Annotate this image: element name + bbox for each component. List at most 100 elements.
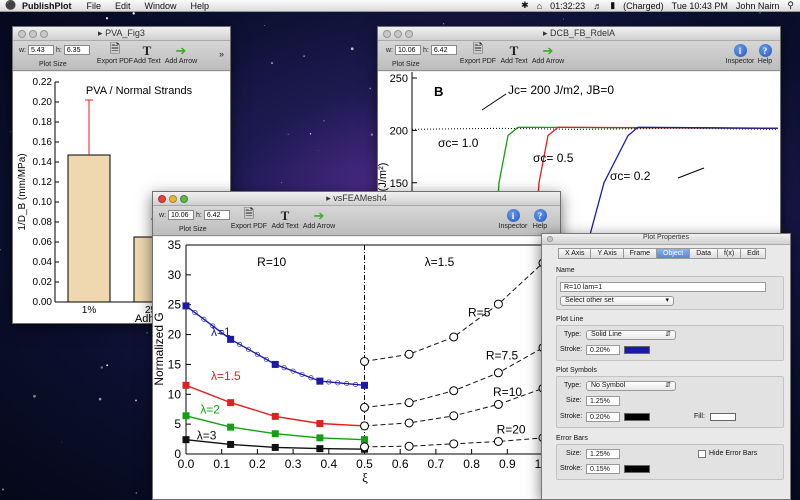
height-field[interactable] (430, 45, 457, 55)
volume-icon[interactable]: ♬ (593, 1, 602, 11)
y-tick-label: 0.12 (33, 177, 53, 188)
add-arrow-button[interactable]: ➔ Add Arrow (161, 42, 201, 66)
menu-file[interactable]: File (87, 1, 102, 11)
properties-tabs: X Axis Y Axis Frame Object Data f(x) Edi… (558, 248, 790, 259)
star (370, 133, 374, 136)
export-pdf-button[interactable]: 🗎 Export PDF (458, 41, 498, 66)
tab-fx[interactable]: f(x) (717, 248, 741, 259)
bluetooth-icon[interactable]: ✱ (521, 0, 529, 11)
symbol-type-value: No Symbol (591, 382, 626, 389)
y-tick-label: 0.10 (33, 197, 53, 208)
symbol-stroke-field[interactable]: 0.20% (586, 412, 620, 422)
star (33, 394, 36, 398)
tab-data[interactable]: Data (689, 248, 718, 259)
titlebar[interactable]: ▸ PVA_Fig3 (13, 27, 230, 41)
help-button[interactable]: ? Help (748, 43, 780, 65)
menu-window[interactable]: Window (145, 1, 177, 11)
height-field[interactable] (203, 210, 230, 220)
info-icon: i (506, 209, 520, 222)
chart-title: PVA / Normal Strands (86, 85, 193, 97)
series-label: R=5 (468, 306, 491, 320)
battery-icon[interactable]: ▮ (610, 0, 615, 11)
line-color-swatch[interactable] (624, 346, 650, 354)
err-stroke-label: Stroke: (560, 465, 583, 472)
data-point (227, 423, 235, 431)
region-label: R=10 (257, 255, 286, 269)
name-field[interactable]: R=10 lam=1 (560, 282, 766, 292)
tab-object[interactable]: Object (656, 248, 690, 259)
star (523, 15, 524, 17)
add-arrow-button[interactable]: ➔ Add Arrow (528, 43, 568, 66)
help-icon: ? (533, 209, 547, 222)
window-fea: ▸ vsFEAMesh4 w:h: Plot Size 🗎Export PDF … (152, 191, 561, 500)
width-field[interactable] (168, 210, 194, 220)
err-color-swatch[interactable] (624, 465, 650, 473)
label-sigma-05: σc= 0.5 (533, 151, 574, 165)
fill-label: Fill: (694, 413, 705, 420)
star (350, 47, 354, 51)
y-tick-label: 0.00 (33, 297, 53, 308)
data-point (316, 420, 324, 428)
panel-titlebar[interactable]: Plot Properties (542, 234, 790, 245)
panel-label: B (434, 84, 443, 99)
tab-edit[interactable]: Edit (740, 248, 767, 259)
titlebar[interactable]: ▸ DCB_FB_RdelA (378, 27, 780, 41)
arrow-icon: ➔ (175, 42, 187, 58)
x-tick-label: 0.5 (356, 457, 373, 471)
tab-x-axis[interactable]: X Axis (558, 248, 591, 259)
err-stroke-field[interactable]: 0.15% (586, 464, 620, 474)
help-button[interactable]: ? Help (523, 208, 557, 230)
data-point (493, 399, 503, 409)
y-tick-label: 0.20 (33, 97, 53, 108)
err-size-field[interactable]: 1.25% (586, 449, 620, 459)
export-pdf-button[interactable]: 🗎 Export PDF (229, 206, 269, 231)
doc-icon: ▸ (542, 28, 550, 38)
data-point (360, 421, 369, 431)
y-axis-label: Normalized G (153, 312, 166, 385)
clock-text[interactable]: 01:32:23 (550, 1, 585, 11)
select-set-dropdown[interactable]: Select other set ▾ (560, 296, 674, 306)
name-section-label: Name (556, 267, 575, 274)
symbol-size-field[interactable]: 1.25% (586, 396, 620, 406)
plot-size-label: Plot Size (179, 226, 207, 233)
plot-area[interactable]: 0 5 10 15 20 25 30 35 0.0 0.1 0.2 0.3 0.4 0.5 0.6 0.7 0.… (153, 237, 560, 499)
data-point (404, 349, 414, 359)
symbol-type-dropdown[interactable]: No Symbol ⇵ (586, 381, 676, 391)
y-axis-label: 1/D_B (mm/MPa) (17, 153, 28, 230)
fill-color-swatch[interactable] (710, 413, 736, 421)
wifi-icon[interactable]: ⌂ (537, 1, 542, 11)
data-point (182, 436, 190, 444)
chevron-down-icon: ⇵ (665, 382, 671, 389)
width-field[interactable] (395, 45, 421, 55)
line-type-dropdown[interactable]: Solid Line ⇵ (586, 330, 676, 340)
h-label: h: (196, 211, 202, 219)
line-stroke-field[interactable]: 0.20% (586, 345, 620, 355)
spotlight-icon[interactable]: ⚲ (787, 0, 794, 11)
menu-help[interactable]: Help (191, 1, 210, 11)
user-name[interactable]: John Nairn (736, 1, 780, 11)
symbol-color-swatch[interactable] (624, 413, 650, 421)
hide-error-bars-checkbox[interactable] (698, 450, 706, 458)
series-label: R=10 (493, 385, 522, 399)
titlebar[interactable]: ▸ vsFEAMesh4 (153, 192, 560, 206)
toolbar-overflow-button[interactable]: » (219, 49, 224, 59)
star (146, 332, 148, 334)
add-text-label: Add Text (133, 58, 161, 65)
tab-y-axis[interactable]: Y Axis (590, 248, 623, 259)
apple-menu-icon[interactable]: ⚫ (4, 0, 18, 11)
height-field[interactable] (63, 45, 90, 55)
width-field[interactable] (28, 45, 54, 55)
data-point (361, 436, 368, 444)
app-menu[interactable]: PublishPlot (22, 1, 72, 11)
x-tick-label: 0.6 (392, 457, 409, 471)
menu-edit[interactable]: Edit (115, 1, 131, 11)
battery-status[interactable]: (Charged) (623, 1, 664, 11)
add-arrow-button[interactable]: ➔ Add Arrow (299, 208, 339, 231)
star (759, 12, 761, 14)
data-point (404, 398, 414, 408)
label-sigma-1: σc= 1.0 (438, 136, 479, 150)
x-tick-label: 0.7 (428, 457, 445, 471)
data-point (449, 332, 459, 342)
datetime-text[interactable]: Tue 10:43 PM (672, 1, 728, 11)
tab-frame[interactable]: Frame (622, 248, 657, 259)
